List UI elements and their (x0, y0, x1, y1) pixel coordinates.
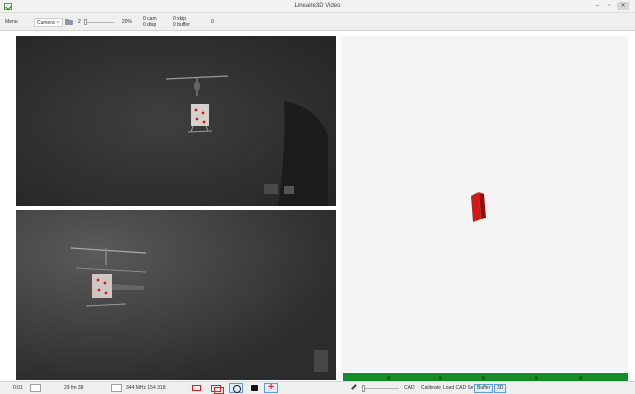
timeline-tick (387, 376, 390, 380)
camera-view-bottom[interactable] (16, 210, 336, 380)
camera-icon[interactable] (251, 385, 258, 391)
frame-value: 2 (78, 19, 81, 25)
zoom-slider[interactable] (86, 22, 114, 23)
close-button[interactable]: ✕ (617, 2, 629, 10)
stat-buffer: 0 buffer (173, 22, 190, 28)
timeline-tick (439, 376, 442, 380)
camera-frame-top (16, 36, 336, 206)
zoom-slider-thumb[interactable] (84, 19, 87, 25)
crosshair-icon[interactable]: + (264, 383, 278, 393)
opacity-slider[interactable] (363, 388, 399, 389)
mhz-readout: 344 MHz 154 318 (126, 385, 166, 391)
timeline-tick (482, 376, 485, 380)
buffer-button[interactable]: Buffer (474, 384, 494, 393)
title-bar: Lineaire3D Video – ▫ ✕ (0, 0, 635, 13)
stacked-rectangles-icon[interactable] (211, 385, 224, 394)
window-controls: – ▫ ✕ (593, 2, 629, 10)
window-title: Lineaire3D Video (294, 3, 341, 9)
tab-close-icon[interactable]: × (57, 20, 60, 26)
tab-camera[interactable]: Camera × (34, 18, 63, 27)
camera-frame-bottom (16, 210, 336, 380)
counter-value: 0 (211, 19, 214, 25)
status-bar: 0:01 29 fm 38 344 MHz 154 318 + CAD Cali… (0, 381, 635, 394)
minimize-button[interactable]: – (593, 2, 602, 10)
3d-toggle-button[interactable]: 3D (494, 384, 507, 393)
stat-disp: 0 disp (143, 22, 157, 28)
buffer-stats: 0 skip 0 buffer (173, 16, 190, 28)
toolbar: Menu Camera × 2 20% 0 cam 0 disp 0 skip 0… (0, 13, 635, 31)
timeline-tick (535, 376, 538, 380)
timeline-tick (579, 376, 582, 380)
time-label: 0:01 (13, 385, 23, 391)
opacity-slider-thumb[interactable] (362, 385, 365, 392)
load-cad-set-button[interactable]: Load CAD Set (443, 385, 475, 391)
rectangle-icon[interactable] (192, 385, 201, 391)
3d-view[interactable] (341, 36, 628, 372)
tab-camera-label: Camera (37, 20, 55, 26)
left-margin (0, 31, 16, 381)
time-slider[interactable] (30, 384, 41, 392)
circle-target-icon[interactable] (229, 383, 243, 393)
zoom-percent: 20% (122, 19, 133, 25)
camera-view-top[interactable] (16, 36, 336, 206)
folder-icon[interactable] (65, 19, 73, 25)
cad-button[interactable]: CAD (404, 385, 415, 391)
menu-button[interactable]: Menu (3, 19, 20, 26)
calibrate-button[interactable]: Calibrate (421, 385, 441, 391)
camera-stats: 0 cam 0 disp (143, 16, 157, 28)
fps-readout: 29 fm 38 (64, 385, 84, 391)
record-checkbox[interactable] (111, 384, 122, 392)
maximize-button[interactable]: ▫ (605, 2, 614, 10)
pen-icon[interactable] (351, 384, 357, 390)
3d-scene (471, 192, 486, 222)
